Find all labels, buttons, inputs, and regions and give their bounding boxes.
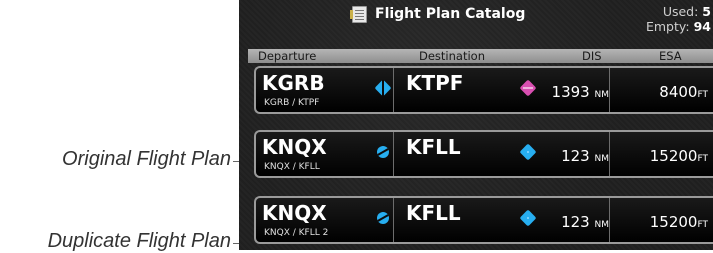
distance-value: 1393 NM <box>552 83 609 101</box>
airport-circle-icon <box>375 210 391 226</box>
departure-identifier: KNQX <box>262 135 327 159</box>
esa-number: 15200 <box>649 147 698 165</box>
distance-number: 123 <box>561 147 590 165</box>
divider <box>609 132 610 176</box>
airport-diamond-shape <box>374 79 392 97</box>
column-esa: ESA <box>659 49 682 63</box>
airport-diamond-shape <box>519 209 537 227</box>
distance-unit: NM <box>594 220 610 230</box>
divider <box>393 132 394 176</box>
flight-plan-row[interactable]: KNQX KFLL KNQX / KFLL 2 123 NM 15200FT <box>254 196 713 244</box>
catalog-usage: Used: 5 Empty: 94 <box>646 4 711 34</box>
airport-diamond-icon <box>374 79 392 97</box>
flight-plan-row[interactable]: KNQX KFLL KNQX / KFLL 123 NM 15200FT <box>254 130 713 178</box>
airport-diamond-shape <box>519 143 537 161</box>
column-departure: Departure <box>258 49 317 63</box>
esa-unit: FT <box>697 90 708 100</box>
page-title-text: Flight Plan Catalog <box>375 6 526 22</box>
distance-number: 1393 <box>551 83 590 101</box>
destination-identifier: KFLL <box>406 201 461 225</box>
divider <box>609 198 610 242</box>
airport-circle-icon <box>375 144 391 160</box>
esa-number: 15200 <box>649 213 698 231</box>
destination-identifier: KFLL <box>406 135 461 159</box>
distance-value: 123 NM <box>561 147 609 165</box>
empty-label: Empty: <box>645 19 690 34</box>
airport-diamond-icon <box>519 143 537 161</box>
esa-unit: FT <box>697 154 708 164</box>
divider <box>609 68 610 112</box>
distance-number: 123 <box>561 213 590 231</box>
flight-plan-catalog-screen: Flight Plan Catalog Used: 5 Empty: 94 De… <box>239 0 713 250</box>
distance-value: 123 NM <box>561 213 609 231</box>
esa-value: 8400FT <box>659 83 708 101</box>
page-title: Flight Plan Catalog <box>350 4 526 24</box>
airport-circle-shape <box>377 212 389 224</box>
flight-plan-row[interactable]: KGRB KTPF KGRB / KTPF 1393 NM 8400FT <box>254 66 713 114</box>
used-count: Used: 5 <box>646 4 711 19</box>
flight-plan-name: KGRB / KTPF <box>264 98 320 108</box>
esa-unit: FT <box>697 220 708 230</box>
airport-diamond-icon <box>519 209 537 227</box>
esa-number: 8400 <box>659 83 698 101</box>
flight-plan-name: KNQX / KFLL <box>264 162 320 172</box>
departure-identifier: KGRB <box>262 71 325 95</box>
column-dis: DIS <box>582 49 602 63</box>
departure-identifier: KNQX <box>262 201 327 225</box>
callout-original-flight-plan: Original Flight Plan <box>62 148 231 170</box>
catalog-icon <box>350 5 367 23</box>
airport-diamond-magenta-icon <box>519 79 537 97</box>
airport-circle-shape <box>377 146 389 158</box>
used-value: 5 <box>702 4 711 19</box>
column-header-bar: Departure Destination DIS ESA <box>248 49 713 63</box>
divider <box>393 198 394 242</box>
esa-value: 15200FT <box>650 147 708 165</box>
destination-identifier: KTPF <box>406 71 464 95</box>
column-destination: Destination <box>419 49 485 63</box>
divider <box>393 68 394 112</box>
airport-diamond-magenta-shape <box>519 79 537 97</box>
empty-count: Empty: 94 <box>646 19 711 34</box>
flight-plan-name: KNQX / KFLL 2 <box>264 228 329 238</box>
distance-unit: NM <box>594 90 610 100</box>
used-label: Used: <box>662 4 699 19</box>
empty-value: 94 <box>693 19 711 34</box>
distance-unit: NM <box>594 154 610 164</box>
esa-value: 15200FT <box>650 213 708 231</box>
